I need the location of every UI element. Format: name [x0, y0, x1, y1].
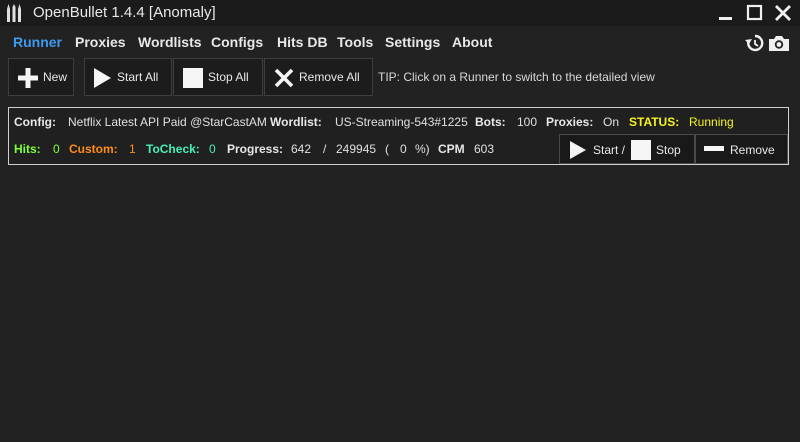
main-menu: Runner Proxies Wordlists Configs Hits DB… [0, 31, 800, 53]
title-bar: OpenBullet 1.4.4 [Anomaly] [0, 0, 800, 26]
stop-icon [631, 140, 651, 160]
tocheck-label: ToCheck: [146, 142, 200, 156]
status-value: Running [689, 115, 734, 129]
start-label: Start / [593, 143, 626, 157]
window-title: OpenBullet 1.4.4 [Anomaly] [33, 4, 216, 21]
new-runner-label: New [43, 70, 68, 84]
progress-label: Progress: [227, 142, 284, 156]
runner-toolbar: New Start All Stop All Remove All TIP: C… [0, 58, 800, 96]
progress-total: 249945 [336, 142, 377, 156]
new-runner-button[interactable]: New [8, 58, 74, 96]
play-icon [94, 68, 111, 88]
menu-about[interactable]: About [452, 34, 492, 50]
play-icon [570, 141, 586, 159]
remove-runner-button[interactable]: Remove [695, 134, 788, 164]
openbullet-window: OpenBullet 1.4.4 [Anomaly] Runner Proxie… [0, 0, 800, 442]
close-button[interactable] [773, 3, 793, 23]
custom-value: 1 [129, 142, 136, 156]
tip-text: TIP: Click on a Runner to switch to the … [378, 70, 655, 84]
progress-separator: / [323, 142, 327, 156]
remove-all-label: Remove All [299, 70, 360, 84]
bots-label: Bots: [475, 115, 506, 129]
proxies-label: Proxies: [546, 115, 594, 129]
remove-all-button[interactable]: Remove All [264, 58, 373, 96]
status-label: STATUS: [629, 115, 680, 129]
stop-label: Stop [656, 143, 681, 157]
remove-label: Remove [730, 143, 775, 157]
close-icon [775, 5, 791, 21]
cpm-value: 603 [474, 142, 495, 156]
tocheck-value: 0 [209, 142, 216, 156]
menu-settings[interactable]: Settings [385, 34, 440, 50]
progress-paren-close: %) [415, 142, 430, 156]
minimize-icon [719, 17, 732, 20]
menu-runner[interactable]: Runner [13, 34, 62, 50]
minimize-button[interactable] [716, 3, 736, 23]
start-all-button[interactable]: Start All [84, 58, 172, 96]
menu-configs[interactable]: Configs [211, 34, 263, 50]
menu-proxies[interactable]: Proxies [75, 34, 126, 50]
wordlist-value: US-Streaming-543#1225 [335, 115, 468, 129]
config-label: Config: [14, 115, 56, 129]
maximize-icon [746, 4, 763, 21]
restore-icon[interactable] [744, 33, 766, 53]
bullets-logo-icon [7, 4, 21, 22]
config-value: Netflix Latest API Paid @StarCastAM [68, 115, 267, 129]
stop-all-label: Stop All [208, 70, 249, 84]
wordlist-label: Wordlist: [270, 115, 322, 129]
bots-value: 100 [517, 115, 538, 129]
runner-panel[interactable]: Config: Netflix Latest API Paid @StarCas… [8, 107, 789, 165]
menu-tools[interactable]: Tools [337, 34, 373, 50]
menu-wordlists[interactable]: Wordlists [138, 34, 202, 50]
minus-icon [704, 146, 724, 151]
close-x-icon [274, 68, 294, 88]
maximize-button[interactable] [745, 3, 765, 23]
start-stop-runner-button[interactable]: Start / Stop [559, 134, 695, 164]
start-all-label: Start All [117, 70, 159, 84]
runner-info-row: Config: Netflix Latest API Paid @StarCas… [9, 115, 788, 133]
plus-icon [18, 68, 38, 88]
proxies-value: On [603, 115, 620, 129]
menu-hits-db[interactable]: Hits DB [277, 34, 328, 50]
hits-value: 0 [53, 142, 60, 156]
progress-paren-open: ( [385, 142, 389, 156]
progress-current: 642 [291, 142, 312, 156]
cpm-label: CPM [438, 142, 465, 156]
progress-percent: 0 [400, 142, 407, 156]
stop-icon [183, 68, 203, 88]
stop-all-button[interactable]: Stop All [173, 58, 263, 96]
custom-label: Custom: [69, 142, 118, 156]
camera-icon[interactable] [768, 33, 790, 53]
hits-label: Hits: [14, 142, 41, 156]
